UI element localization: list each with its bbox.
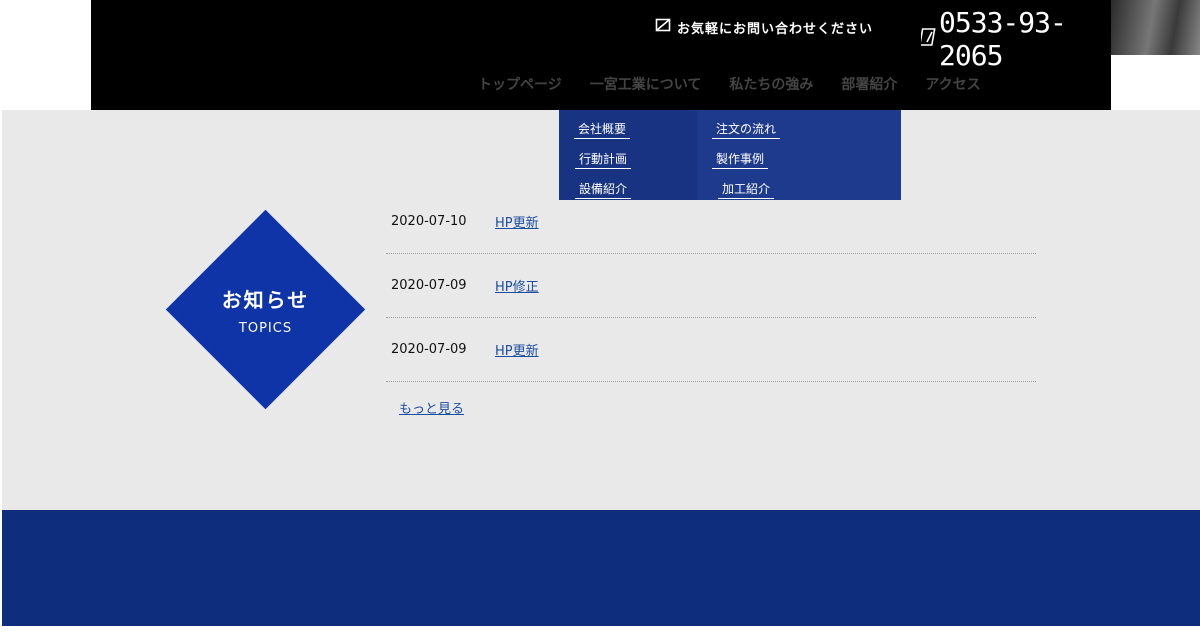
- news-item: 2020-07-10 HP更新: [386, 190, 1036, 254]
- dropdown-column: 会社概要 行動計画 設備紹介: [559, 110, 697, 200]
- news-date: 2020-07-09: [391, 278, 467, 293]
- phone-number[interactable]: 0533-93-2065: [918, 6, 1111, 72]
- dropdown-item-works[interactable]: 製作事例: [712, 150, 769, 169]
- news-date: 2020-07-09: [391, 342, 467, 357]
- topics-subtitle: TOPICS: [238, 320, 293, 336]
- site-header: お気軽にお問い合わせください 0533-93-2065 トップページ 一宮工業に…: [91, 0, 1111, 110]
- nav-item-departments[interactable]: 部署紹介: [827, 74, 911, 94]
- header-corner-image: [1111, 0, 1200, 55]
- dropdown-item-company[interactable]: 会社概要: [574, 120, 631, 139]
- more-link[interactable]: もっと見る: [399, 398, 464, 417]
- contact-text: お気軽にお問い合わせください: [677, 21, 874, 37]
- news-list: 2020-07-10 HP更新 2020-07-09 HP修正 2020-07-…: [386, 190, 1036, 382]
- nav-dropdown: 会社概要 行動計画 設備紹介 注文の流れ 製作事例 加工紹介: [559, 110, 901, 200]
- dropdown-item-action-plan[interactable]: 行動計画: [575, 150, 632, 169]
- phone-text: 0533-93-2065: [939, 6, 1067, 72]
- nav-item-about[interactable]: 一宮工業について: [576, 74, 716, 94]
- nav-item-top[interactable]: トップページ: [464, 74, 576, 94]
- news-link[interactable]: HP修正: [495, 276, 539, 295]
- footer: [2, 510, 1200, 626]
- dropdown-column: 注文の流れ 製作事例 加工紹介: [697, 110, 901, 200]
- topics-heading: お知らせ TOPICS: [166, 210, 365, 409]
- news-link[interactable]: HP更新: [495, 212, 539, 231]
- dropdown-item-order-flow[interactable]: 注文の流れ: [712, 120, 781, 139]
- phone-icon: [918, 27, 937, 51]
- nav-item-strengths[interactable]: 私たちの強み: [715, 74, 827, 94]
- topics-title: お知らせ: [221, 287, 310, 312]
- news-item: 2020-07-09 HP更新: [386, 318, 1036, 382]
- news-date: 2020-07-10: [391, 214, 467, 229]
- mail-icon: [655, 17, 671, 37]
- news-link[interactable]: HP更新: [495, 340, 539, 359]
- news-item: 2020-07-09 HP修正: [386, 254, 1036, 318]
- global-nav: トップページ 一宮工業について 私たちの強み 部署紹介 アクセス: [464, 74, 995, 94]
- contact-link[interactable]: お気軽にお問い合わせください: [655, 17, 873, 37]
- nav-item-access[interactable]: アクセス: [911, 74, 994, 94]
